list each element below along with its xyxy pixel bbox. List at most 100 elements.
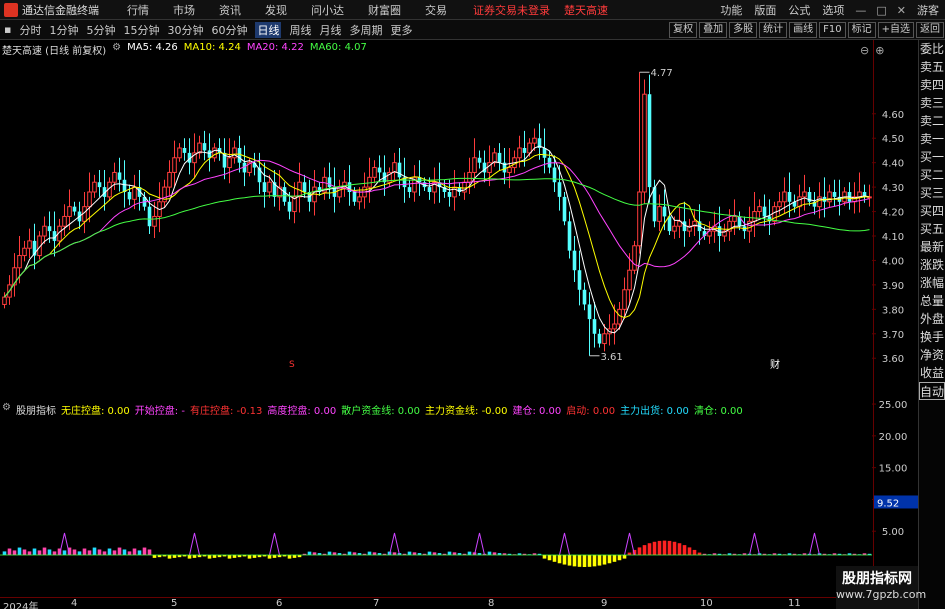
ind-bar-117 (587, 555, 592, 567)
ind-bar-10 (52, 551, 57, 555)
current-stock-name: 楚天高速 (564, 3, 608, 17)
menu-item-xuanxiang[interactable]: 选项 (822, 2, 844, 18)
candle-body-93 (467, 171, 472, 183)
sidebar-item-8[interactable]: 买三 (919, 184, 945, 202)
period-fenshi[interactable]: 分时 (19, 22, 41, 38)
ma60-label: MA60: 4.07 (309, 42, 367, 53)
menu-item-gongneng[interactable]: 功能 (720, 2, 742, 18)
sidebar-item-12[interactable]: 涨跌 (919, 256, 945, 274)
sidebar-item-11[interactable]: 最新 (919, 238, 945, 256)
candle-body-53 (267, 181, 272, 193)
ind-bar-0 (2, 551, 7, 555)
period-5min[interactable]: 5分钟 (86, 22, 115, 38)
menu-item-faxian[interactable]: 发现 (265, 2, 287, 18)
menu-item-banmian[interactable]: 版面 (754, 2, 776, 18)
sidebar-item-4[interactable]: 卖二 (919, 112, 945, 130)
sidebar-item-16[interactable]: 换手 (919, 328, 945, 346)
ind-tick-4: 25.00 (879, 400, 908, 411)
candle-body-166 (832, 192, 837, 197)
tool-zixuan-button[interactable]: +自选 (877, 22, 914, 38)
maximize-icon[interactable]: □ (876, 4, 886, 17)
ind-bar-54 (272, 555, 277, 558)
tool-diejia-button[interactable]: 叠加 (699, 22, 728, 38)
toolbar-right: 复权 叠加 多股 统计 画线 F10 标记 +自选 返回 (668, 20, 945, 40)
menu-item-zixun[interactable]: 资讯 (219, 2, 241, 18)
close-icon[interactable]: ✕ (897, 4, 906, 17)
kline-chart[interactable]: 3.60 3.70 3.80 3.90 4.00 4.10 4.20 4.30 4.40 4.50… (0, 40, 918, 370)
indicator-item-5: 主力资金线: -0.00 (425, 406, 508, 417)
sidebar-item-1[interactable]: 卖五 (919, 58, 945, 76)
tool-fuquan-button[interactable]: 复权 (669, 22, 698, 38)
sidebar-item-2[interactable]: 卖四 (919, 76, 945, 94)
user-guest[interactable]: 游客 (917, 2, 939, 18)
login-notice[interactable]: 证券交易未登录 (473, 2, 550, 18)
ind-bar-61 (307, 551, 312, 555)
period-1min[interactable]: 1分钟 (49, 22, 78, 38)
ind-bar-37 (187, 555, 192, 559)
period-more[interactable]: 更多 (390, 22, 412, 38)
tool-biaoji-button[interactable]: 标记 (847, 22, 876, 38)
sidebar-item-3[interactable]: 卖三 (919, 94, 945, 112)
period-multi[interactable]: 多周期 (349, 22, 382, 38)
ma-options-icon[interactable]: ⚙ (112, 42, 121, 56)
ind-bar-45 (227, 555, 232, 559)
indicator-name[interactable]: 股朋指标 (16, 402, 56, 417)
sidebar-item-15[interactable]: 外盘 (919, 310, 945, 328)
sidebar-item-7[interactable]: 买二 (919, 166, 945, 184)
menu-item-gongshi[interactable]: 公式 (788, 2, 810, 18)
ind-bar-18 (92, 547, 97, 555)
sidebar-item-10[interactable]: 买五 (919, 220, 945, 238)
period-day[interactable]: 日线 (255, 21, 282, 38)
tool-tongji-button[interactable]: 统计 (759, 22, 788, 38)
price-tick-6: 4.20 (882, 208, 904, 219)
sidebar-item-14[interactable]: 总量 (919, 292, 945, 310)
minimize-icon[interactable]: — (855, 4, 866, 17)
candle-body-23 (117, 172, 122, 180)
sidebar-item-0[interactable]: 委比 (919, 40, 945, 58)
tool-huaxian-button[interactable]: 画线 (789, 22, 818, 38)
tool-fanhui-button[interactable]: 返回 (916, 22, 944, 38)
ind-bar-128 (642, 545, 647, 555)
period-week[interactable]: 周线 (289, 22, 311, 38)
tool-f10-button[interactable]: F10 (819, 22, 846, 38)
sidebar-item-13[interactable]: 涨幅 (919, 274, 945, 292)
time-axis: 2024年 4 5 6 7 8 9 10 11 (0, 597, 918, 609)
menu-item-caifuquan[interactable]: 财富圈 (368, 2, 401, 18)
menu-item-hangqing[interactable]: 行情 (127, 2, 149, 18)
time-tick-7: 10 (700, 598, 713, 609)
candle-body-112 (562, 196, 567, 222)
sidebar-item-19[interactable]: 自动 (919, 382, 945, 400)
sidebar-item-9[interactable]: 买四 (919, 202, 945, 220)
period-30min[interactable]: 30分钟 (167, 22, 203, 38)
tool-duogu-button[interactable]: 多股 (729, 22, 758, 38)
candle-body-146 (732, 215, 737, 222)
sidebar-item-17[interactable]: 净资 (919, 346, 945, 364)
sidebar-item-18[interactable]: 收益 (919, 364, 945, 382)
price-tick-2: 3.80 (882, 305, 904, 316)
candle-body-45 (227, 157, 232, 169)
sidebar-item-6[interactable]: 买一 (919, 148, 945, 166)
indicator-item-2: 有庄控盘: -0.13 (189, 406, 263, 417)
period-15min[interactable]: 15分钟 (123, 22, 159, 38)
candle-body-134 (672, 225, 677, 232)
sidebar-item-5[interactable]: 卖一 (919, 130, 945, 148)
menu-item-shichang[interactable]: 市场 (173, 2, 195, 18)
ind-bar-136 (682, 545, 687, 555)
candle-body-103 (517, 147, 522, 159)
zoom-in-icon[interactable]: ⊕ (875, 44, 884, 57)
candle-body-41 (207, 150, 212, 158)
price-tick-10: 4.60 (882, 110, 904, 121)
watermark-title: 股朋指标网 (842, 571, 912, 587)
candle-body-46 (232, 147, 237, 159)
menu-item-jiaoyi[interactable]: 交易 (425, 2, 447, 18)
indicator-options-icon[interactable]: ⚙ (2, 402, 11, 416)
period-60min[interactable]: 60分钟 (211, 22, 247, 38)
candle-body-110 (552, 167, 557, 183)
menu-item-wenxiaoda[interactable]: 问小达 (311, 2, 344, 18)
ind-bar-25 (127, 551, 132, 555)
candle-body-119 (597, 333, 602, 344)
ind-bar-34 (172, 555, 177, 558)
time-tick-6: 9 (601, 598, 608, 609)
period-month[interactable]: 月线 (319, 22, 341, 38)
zoom-out-icon[interactable]: ⊖ (860, 44, 869, 57)
